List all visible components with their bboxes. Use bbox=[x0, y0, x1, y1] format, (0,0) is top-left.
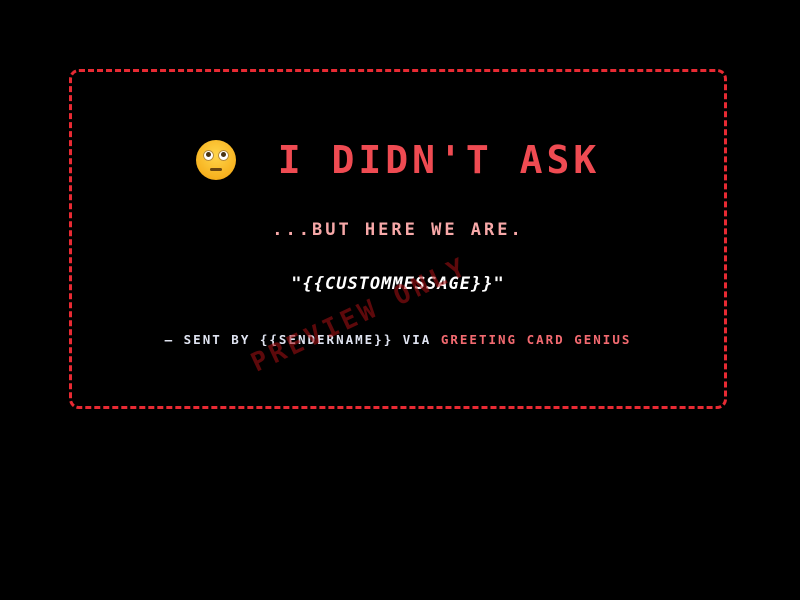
left-eye bbox=[202, 150, 214, 161]
brand-name: GREETING CARD GENIUS bbox=[440, 332, 632, 347]
custom-message: "{{CUSTOMMESSAGE}}" bbox=[291, 274, 505, 294]
face-with-rolling-eyes-icon bbox=[195, 140, 236, 180]
greeting-card: I DIDN'T ASK ...BUT HERE WE ARE. "{{CUST… bbox=[69, 69, 727, 409]
card-subtitle: ...BUT HERE WE ARE. bbox=[272, 220, 524, 240]
headline: I DIDN'T ASK bbox=[72, 138, 724, 182]
right-eye bbox=[217, 150, 229, 161]
preview-watermark: PREVIEW ONLY bbox=[246, 251, 474, 379]
footer-prefix: — SENT BY {{SENDERNAME}} VIA bbox=[164, 332, 432, 347]
mouth bbox=[209, 168, 222, 171]
sender-footer: — SENT BY {{SENDERNAME}} VIA GREETING CA… bbox=[132, 331, 664, 349]
card-title: I DIDN'T ASK bbox=[277, 138, 601, 182]
